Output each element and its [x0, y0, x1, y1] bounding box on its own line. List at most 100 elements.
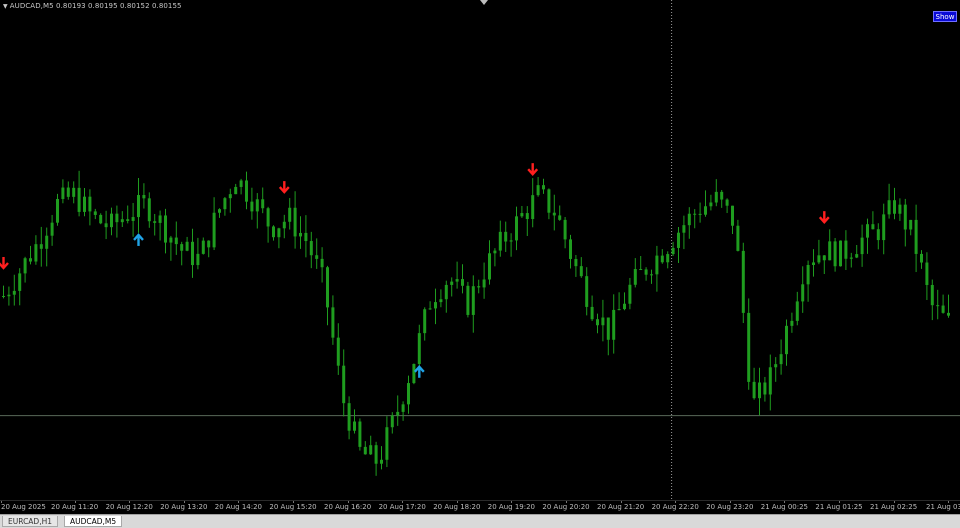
candle — [423, 307, 427, 341]
candle — [774, 357, 778, 382]
candle — [358, 418, 362, 451]
candle — [558, 205, 562, 221]
candle — [612, 294, 616, 354]
candle — [455, 261, 459, 289]
candle — [585, 267, 589, 316]
candle — [817, 239, 821, 265]
candle — [693, 209, 697, 229]
candle — [914, 204, 918, 273]
candle — [617, 292, 621, 311]
candle — [714, 179, 718, 207]
candle — [282, 214, 286, 239]
chart-area[interactable]: ▼ AUDCAD,M5 0.80193 0.80195 0.80152 0.801… — [0, 0, 960, 500]
candle — [196, 237, 200, 270]
candle — [239, 178, 243, 195]
time-tick-label: 20 Aug 2025 — [1, 503, 46, 511]
candle — [536, 177, 540, 197]
candle — [336, 323, 340, 375]
time-tick-mark — [1, 501, 2, 503]
tab-audcad-m5[interactable]: AUDCAD,M5 — [64, 516, 123, 527]
sell-arrow-icon — [0, 257, 9, 270]
candle — [752, 367, 756, 400]
time-tick-mark — [620, 501, 622, 503]
candle — [99, 213, 103, 225]
time-tick-label: 20 Aug 11:20 — [50, 503, 99, 511]
candle — [272, 225, 275, 241]
candle — [515, 206, 518, 251]
candle — [866, 218, 869, 254]
candle — [320, 247, 324, 283]
candle — [288, 198, 292, 230]
candle — [164, 208, 167, 254]
time-tick-label: 20 Aug 16:20 — [323, 503, 372, 511]
candle — [466, 281, 470, 318]
candle — [131, 202, 135, 237]
candle — [88, 189, 92, 226]
candle — [677, 226, 680, 263]
chart-shift-marker-icon[interactable] — [480, 0, 488, 6]
time-tick-mark — [402, 501, 404, 503]
candle — [828, 229, 832, 261]
candle — [396, 395, 400, 426]
candle — [174, 221, 178, 255]
candle — [768, 354, 772, 411]
candle — [542, 178, 545, 194]
candle — [785, 319, 788, 366]
candle — [401, 401, 405, 421]
candle — [261, 187, 265, 214]
candle — [682, 215, 686, 250]
candle — [520, 205, 524, 218]
show-button[interactable]: Show — [933, 11, 957, 22]
candle — [747, 298, 751, 390]
time-tick-mark — [74, 501, 76, 503]
time-tick-label: 20 Aug 17:20 — [378, 503, 426, 511]
time-tick-mark — [839, 501, 840, 503]
candle — [671, 241, 675, 256]
candle — [898, 198, 902, 221]
sell-arrow-icon — [278, 181, 290, 194]
candle — [574, 254, 578, 277]
candle — [142, 183, 146, 209]
time-tick-mark — [129, 501, 131, 503]
collapse-triangle-icon[interactable]: ▼ — [3, 3, 8, 10]
candle — [461, 264, 464, 294]
candle — [185, 236, 189, 252]
candle — [428, 301, 432, 310]
tab-eurcad-h1[interactable]: EURCAD,H1 — [2, 516, 59, 527]
candle — [655, 245, 659, 292]
candle — [315, 238, 319, 269]
candle — [925, 252, 929, 300]
candle — [504, 221, 508, 252]
candle — [158, 210, 162, 241]
candle — [790, 312, 794, 333]
candle — [547, 188, 551, 220]
candle — [763, 376, 767, 402]
time-tick-label: 20 Aug 20:20 — [542, 503, 590, 511]
time-tick-mark — [511, 501, 513, 503]
time-tick-mark — [675, 501, 677, 503]
candle — [120, 211, 124, 228]
candle — [29, 245, 32, 265]
candle — [725, 198, 729, 214]
candle — [169, 235, 173, 261]
candle — [563, 216, 567, 249]
candle — [250, 187, 254, 220]
candle — [137, 177, 140, 233]
candle — [936, 289, 940, 320]
candle — [498, 220, 502, 257]
time-tick-label: 20 Aug 14:20 — [214, 503, 262, 511]
candle — [115, 205, 119, 238]
candle — [207, 240, 211, 258]
candle — [56, 193, 59, 226]
candle — [218, 208, 221, 218]
candle — [18, 268, 22, 306]
candle — [380, 446, 383, 470]
candle — [844, 230, 848, 270]
candle — [920, 250, 923, 269]
time-tick-label: 20 Aug 18:20 — [433, 503, 481, 511]
candle — [893, 187, 896, 220]
time-tick-mark — [293, 501, 294, 503]
candle — [741, 242, 745, 324]
candle — [83, 188, 86, 217]
candle — [191, 228, 194, 278]
